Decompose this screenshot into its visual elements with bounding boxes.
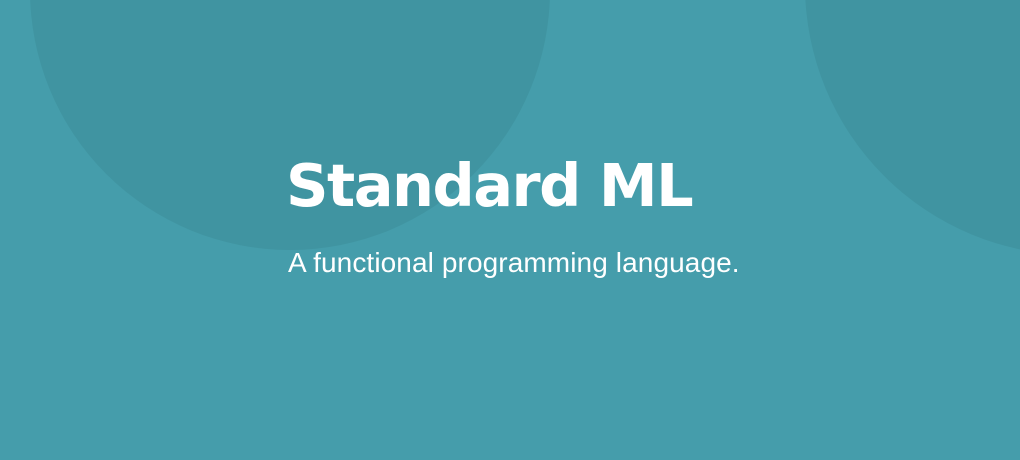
hero-subtitle: A functional programming language. bbox=[288, 247, 740, 278]
hero-title: Standard ML bbox=[286, 151, 694, 220]
hero-content: Standard ML A functional programming lan… bbox=[286, 146, 986, 280]
hero-banner: Standard ML A functional programming lan… bbox=[0, 0, 1020, 460]
